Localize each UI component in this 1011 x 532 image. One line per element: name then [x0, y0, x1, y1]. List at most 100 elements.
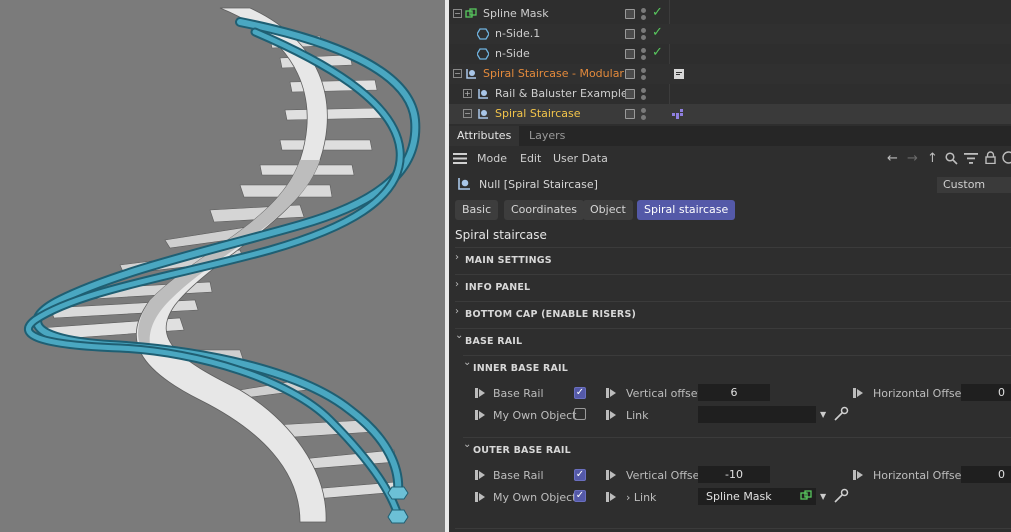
keyframe-icon[interactable]	[853, 470, 863, 480]
base-rail-label: Base Rail	[493, 387, 544, 400]
group-outer-base-rail[interactable]: ⌄ OUTER BASE RAIL	[463, 437, 1011, 463]
keyframe-icon[interactable]	[606, 492, 616, 502]
keyframe-icon[interactable]	[853, 388, 863, 398]
my-own-object-label: My Own Object	[493, 491, 577, 504]
group-label: OUTER BASE RAIL	[473, 445, 571, 456]
collapse-icon[interactable]: −	[453, 69, 462, 78]
spline-mask-icon	[800, 490, 812, 500]
keyframe-icon[interactable]	[606, 410, 616, 420]
om-row-spline-mask[interactable]: − Spline Mask ✓	[449, 4, 1011, 24]
keyframe-icon[interactable]	[475, 388, 485, 398]
tab-attributes[interactable]: Attributes	[449, 126, 520, 146]
keyframe-icon[interactable]	[606, 470, 616, 480]
visibility-dots-icon[interactable]	[641, 67, 646, 81]
enabled-check-icon[interactable]: ✓	[652, 45, 663, 60]
horizontal-offset-label: Horizontal Offset	[873, 387, 966, 400]
tab-basic[interactable]: Basic	[455, 200, 499, 220]
n-side-icon	[477, 28, 489, 40]
om-row-rail-baluster-example[interactable]: + Rail & Baluster Example	[449, 84, 1011, 104]
collapse-icon[interactable]: −	[453, 9, 462, 18]
group-bottom-cap[interactable]: › BOTTOM CAP (ENABLE RISERS)	[455, 301, 1011, 327]
back-arrow-icon[interactable]: ←	[887, 151, 898, 166]
layer-tag-icon[interactable]	[625, 49, 635, 59]
om-name: n-Side.1	[495, 27, 541, 40]
layer-tag-icon[interactable]	[625, 29, 635, 39]
lock-icon[interactable]	[985, 151, 996, 164]
group-label: INNER BASE RAIL	[473, 363, 569, 374]
menu-user-data[interactable]: User Data	[553, 152, 608, 165]
group-base-rail[interactable]: ⌄ BASE RAIL	[455, 328, 1011, 354]
om-name: Rail & Baluster Example	[495, 87, 628, 100]
new-window-icon[interactable]	[1002, 151, 1011, 164]
layer-tag-icon[interactable]	[625, 69, 635, 79]
outer-vertical-offset-field[interactable]: -10	[698, 466, 770, 483]
om-row-spiral-staircase-modular[interactable]: − Spiral Staircase - Modular	[449, 64, 1011, 84]
inner-base-rail-checkbox[interactable]: ✓	[574, 387, 586, 399]
note-tag-icon[interactable]	[673, 68, 685, 80]
collapse-icon[interactable]: −	[463, 109, 472, 118]
divider	[455, 528, 1011, 529]
chevron-down-icon: ⌄	[463, 439, 472, 450]
om-row-spiral-staircase[interactable]: − Spiral Staircase	[449, 104, 1011, 124]
visibility-dots-icon[interactable]	[641, 107, 646, 121]
visibility-dots-icon[interactable]	[641, 27, 646, 41]
keyframe-icon[interactable]	[606, 388, 616, 398]
outer-horizontal-offset-field[interactable]: 0	[961, 466, 1011, 483]
link-value: Spline Mask	[706, 490, 772, 503]
tab-spiral-staircase[interactable]: Spiral staircase	[637, 200, 736, 220]
enabled-check-icon[interactable]: ✓	[652, 25, 663, 40]
om-name: Spiral Staircase - Modular	[483, 67, 624, 80]
tab-layers[interactable]: Layers	[521, 126, 573, 146]
n-side-icon	[477, 48, 489, 60]
visibility-dots-icon[interactable]	[641, 7, 646, 21]
chevron-down-icon: ⌄	[455, 330, 464, 341]
layer-tag-icon[interactable]	[625, 109, 635, 119]
object-header: Null [Spiral Staircase]	[449, 174, 1011, 196]
group-label: MAIN SETTINGS	[465, 255, 552, 266]
outer-my-own-object-checkbox[interactable]: ✓	[574, 490, 586, 502]
search-icon[interactable]	[945, 152, 958, 165]
outer-link-field[interactable]: Spline Mask	[698, 488, 816, 505]
enabled-check-icon[interactable]: ✓	[652, 5, 663, 20]
group-inner-base-rail[interactable]: ⌄ INNER BASE RAIL	[463, 355, 1011, 381]
inner-link-field[interactable]	[698, 406, 816, 423]
inner-horizontal-offset-field[interactable]: 0	[961, 384, 1011, 401]
group-label: INFO PANEL	[465, 282, 531, 293]
tab-coordinates[interactable]: Coordinates	[504, 200, 585, 220]
vertical-offset-label: Vertical offset	[626, 387, 702, 400]
viewport[interactable]	[0, 0, 445, 532]
visibility-dots-icon[interactable]	[641, 47, 646, 61]
visibility-dots-icon[interactable]	[641, 87, 646, 101]
inner-my-own-object-checkbox[interactable]	[574, 408, 586, 420]
tab-object[interactable]: Object	[583, 200, 633, 220]
dropdown-arrow-icon[interactable]: ▼	[820, 410, 826, 419]
null-object-icon	[466, 69, 476, 79]
pick-object-icon[interactable]	[833, 406, 849, 422]
dropdown-arrow-icon[interactable]: ▼	[820, 492, 826, 501]
menu-edit[interactable]: Edit	[520, 152, 541, 165]
link-label: › Link	[626, 491, 657, 504]
expand-icon[interactable]: +	[463, 89, 472, 98]
preset-dropdown[interactable]: Custom	[937, 177, 1011, 193]
outer-base-rail-checkbox[interactable]: ✓	[574, 469, 586, 481]
layer-tag-icon[interactable]	[625, 89, 635, 99]
up-arrow-icon[interactable]: ↑	[927, 151, 938, 166]
keyframe-icon[interactable]	[475, 410, 485, 420]
filter-icon[interactable]	[964, 153, 978, 164]
layer-tag-icon[interactable]	[625, 9, 635, 19]
group-main-settings[interactable]: › MAIN SETTINGS	[455, 247, 1011, 273]
hamburger-menu-icon[interactable]	[453, 153, 467, 164]
python-tag-icon[interactable]	[672, 109, 686, 119]
my-own-object-label: My Own Object	[493, 409, 577, 422]
keyframe-icon[interactable]	[475, 492, 485, 502]
group-info-panel[interactable]: › INFO PANEL	[455, 274, 1011, 300]
attribute-toolbar: Mode Edit User Data ← → ↑	[449, 148, 1011, 170]
pick-object-icon[interactable]	[833, 488, 849, 504]
om-row-n-side-1[interactable]: n-Side.1 ✓	[449, 24, 1011, 44]
om-row-n-side[interactable]: n-Side ✓	[449, 44, 1011, 64]
menu-mode[interactable]: Mode	[477, 152, 507, 165]
keyframe-icon[interactable]	[475, 470, 485, 480]
inner-vertical-offset-field[interactable]: 6	[698, 384, 770, 401]
null-object-icon	[478, 109, 488, 119]
forward-arrow-icon[interactable]: →	[907, 151, 918, 166]
